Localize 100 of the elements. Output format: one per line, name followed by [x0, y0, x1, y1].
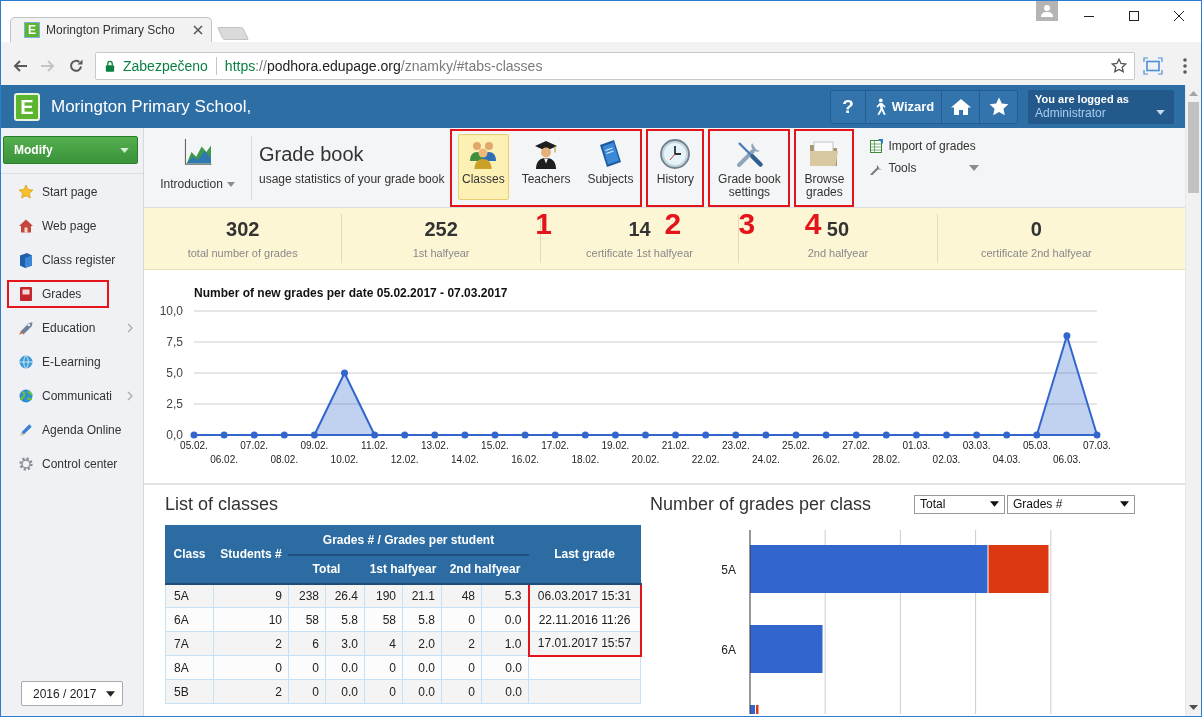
nav-item[interactable]: Start page [7, 178, 137, 206]
introduction-menu[interactable]: Introduction [144, 128, 251, 207]
close-icon[interactable] [193, 25, 203, 35]
toolbar-link[interactable]: Import of grades [867, 135, 980, 157]
axis-label: 2,5 [166, 397, 183, 411]
app-logo: E [14, 92, 40, 121]
stat-label: 1st halfyear [412, 247, 470, 260]
account-menu[interactable]: You are logged as Administrator [1028, 89, 1174, 124]
book-icon [18, 252, 34, 268]
data-point [250, 431, 258, 439]
bookmark-star-icon[interactable] [1111, 58, 1127, 74]
address-bar[interactable]: Zabezpečeno https://podhora.edupage.org/znamky/#tabs-classes [95, 52, 1135, 80]
dropdown[interactable]: Grades # [1007, 494, 1135, 514]
stat-label: total number of grades [187, 247, 298, 260]
nav-item[interactable]: Communicati [7, 382, 137, 410]
axis-label: 21.02. [661, 440, 690, 451]
browser-tab[interactable]: E Morington Primary Scho [10, 17, 212, 42]
app-logo: E [24, 22, 40, 38]
axis-label: 17.02. [541, 440, 570, 451]
url-text: https://podhora.edupage.org/znamky/#tabs-classes [224, 58, 543, 74]
toolbar-menu[interactable]: Tools [867, 157, 980, 179]
nav-item[interactable]: Class register [7, 246, 137, 274]
axis-label: 26.02. [812, 454, 840, 465]
table-cell: 6A [165, 607, 214, 632]
data-point [672, 431, 680, 439]
callout-number: 2 [664, 209, 682, 239]
caret-icon [1120, 501, 1129, 507]
toolbar-tab[interactable]: Classes [458, 134, 509, 200]
axis-label: 03.03. [962, 440, 991, 451]
data-point [551, 431, 559, 439]
notebook-icon [18, 286, 34, 302]
clock-icon [659, 138, 692, 170]
scrollbar[interactable] [1185, 85, 1201, 716]
help-button[interactable]: ? [830, 89, 866, 124]
data-point [943, 431, 950, 439]
profile-icon[interactable] [1036, 1, 1058, 21]
scroll-down-icon[interactable] [1189, 705, 1198, 710]
data-point [310, 431, 318, 439]
data-point [220, 431, 228, 439]
axis-label: 02.03. [932, 454, 961, 465]
toolbar-tab[interactable]: Teachers [517, 134, 575, 200]
data-point [581, 431, 589, 439]
year-dropdown[interactable]: 2016 / 2017 [21, 681, 123, 706]
page-title: Grade book [259, 142, 365, 166]
table-cell: 5A [165, 583, 214, 608]
data-point [792, 431, 800, 439]
stat-value: 50 [826, 217, 850, 241]
data-point [973, 431, 981, 439]
wizard-button[interactable]: Wizard [865, 89, 942, 124]
dropdown[interactable]: Total [914, 494, 1005, 514]
forward-arrow-icon [40, 58, 56, 74]
data-point [1063, 332, 1071, 340]
nav-item[interactable]: Grades [7, 280, 110, 308]
nav-item[interactable]: Web page [7, 212, 137, 240]
nav-item[interactable]: E-Learning [7, 348, 137, 376]
toolbar-tab[interactable]: Grade book settings [713, 134, 786, 200]
data-point [280, 431, 288, 439]
data-point [1003, 431, 1011, 439]
globe-icon [18, 354, 34, 370]
axis-label: 28.02. [872, 454, 901, 465]
data-point [491, 431, 499, 439]
axis-label: 24.02. [752, 454, 780, 465]
axis-label: 19.02. [601, 440, 630, 451]
axis-label: 06.03. [1053, 454, 1081, 465]
caret-icon [120, 147, 129, 153]
axis-label: 5,0 [166, 366, 183, 380]
axis-label: 20.02. [631, 454, 660, 465]
axis-label: 04.03. [992, 454, 1021, 465]
pen-icon [18, 422, 34, 438]
back-arrow-icon [12, 58, 28, 74]
toolbar-tab[interactable]: Browse grades [799, 134, 850, 200]
toolbar-tab[interactable]: History [651, 134, 700, 200]
callout-number: 4 [804, 209, 822, 239]
axis-label: 08.02. [270, 454, 299, 465]
table-cell: 17.01.2017 15:57 [528, 631, 641, 656]
stat-label: 2nd halfyear [807, 247, 869, 260]
scrollbar-thumb[interactable] [1188, 102, 1199, 193]
stat-value: 0 [1030, 217, 1042, 241]
caret-icon [106, 690, 115, 697]
data-point [461, 431, 469, 439]
favorites-button[interactable] [979, 89, 1018, 124]
axis-label: 07.02. [240, 440, 269, 451]
nav-item[interactable]: Control center [7, 450, 137, 478]
nav-item[interactable]: Agenda Online [7, 416, 137, 444]
callout-number: 1 [535, 209, 553, 239]
scroll-up-icon[interactable] [1189, 91, 1198, 96]
toolbar-tab[interactable]: Subjects [583, 134, 638, 200]
security-label[interactable]: Zabezpečeno [123, 58, 208, 74]
stat-label: certificate 1st halfyear [586, 247, 693, 260]
data-point [401, 431, 409, 439]
axis-label: 0,0 [166, 428, 183, 442]
caret-icon [226, 181, 235, 187]
axis-label: 25.02. [782, 440, 810, 451]
axis-label: 15.02. [481, 440, 509, 451]
axis-label: 10.02. [330, 454, 359, 465]
data-point [521, 431, 529, 439]
nav-item[interactable]: Education [7, 314, 137, 342]
home-button[interactable] [941, 89, 980, 124]
star-icon [18, 184, 34, 200]
axis-label: 05.03. [1022, 440, 1051, 451]
